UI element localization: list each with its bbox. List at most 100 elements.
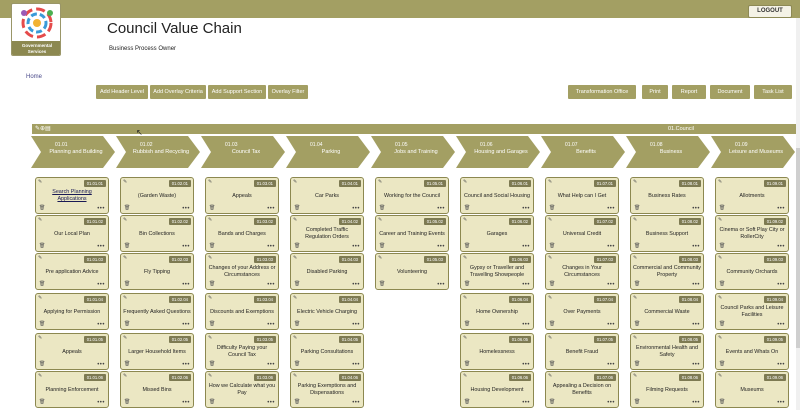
- trash-icon[interactable]: 🗑: [209, 205, 215, 211]
- trash-icon[interactable]: 🗑: [124, 281, 130, 287]
- more-icon[interactable]: •••: [607, 400, 615, 406]
- more-icon[interactable]: •••: [97, 282, 105, 288]
- more-icon[interactable]: •••: [777, 244, 785, 250]
- process-card[interactable]: ✎ 01.08.05 Environmental Health and Safety…: [630, 333, 704, 370]
- overlay-filter-button[interactable]: Overlay Filter: [268, 85, 308, 99]
- process-card[interactable]: ✎ 01.09.05 Events and Whats On 🗑 •••: [715, 333, 789, 370]
- trash-icon[interactable]: 🗑: [634, 399, 640, 405]
- more-icon[interactable]: •••: [352, 400, 360, 406]
- edit-icon[interactable]: ✎: [38, 373, 42, 379]
- edit-icon[interactable]: ✎: [208, 373, 212, 379]
- trash-icon[interactable]: 🗑: [209, 361, 215, 367]
- more-icon[interactable]: •••: [692, 322, 700, 328]
- more-icon[interactable]: •••: [522, 282, 530, 288]
- more-icon[interactable]: •••: [352, 206, 360, 212]
- more-icon[interactable]: •••: [267, 362, 275, 368]
- edit-icon[interactable]: ✎: [123, 373, 127, 379]
- more-icon[interactable]: •••: [182, 362, 190, 368]
- process-card[interactable]: ✎ 01.08.02 Business Support 🗑 •••: [630, 215, 704, 252]
- process-card[interactable]: ✎ 01.05.03 Volunteering 🗑 •••: [375, 253, 449, 290]
- process-card[interactable]: ✎ 01.02.03 Fly Tipping 🗑 •••: [120, 253, 194, 290]
- more-icon[interactable]: •••: [522, 244, 530, 250]
- scrollbar-thumb[interactable]: [796, 148, 800, 348]
- process-card[interactable]: ✎ 01.08.03 Commercial and Community Proper…: [630, 253, 704, 290]
- trash-icon[interactable]: 🗑: [634, 243, 640, 249]
- column-header[interactable]: 01.02 Rubbish and Recycling: [116, 136, 202, 168]
- trash-icon[interactable]: 🗑: [464, 399, 470, 405]
- trash-icon[interactable]: 🗑: [464, 205, 470, 211]
- more-icon[interactable]: •••: [692, 206, 700, 212]
- edit-icon[interactable]: ✎: [633, 295, 637, 301]
- process-card[interactable]: ✎ 01.01.04 Applying for Permission 🗑 •••: [35, 293, 109, 330]
- column-header[interactable]: 01.07 Benefits: [541, 136, 627, 168]
- edit-icon[interactable]: ✎: [38, 335, 42, 341]
- card-label[interactable]: Search Planning Applications: [38, 187, 106, 205]
- edit-icon[interactable]: ✎: [548, 335, 552, 341]
- column-header[interactable]: 01.06 Housing and Garages: [456, 136, 542, 168]
- process-card[interactable]: ✎ 01.07.03 Changes in Your Circumstances 🗑 •…: [545, 253, 619, 290]
- trash-icon[interactable]: 🗑: [209, 399, 215, 405]
- more-icon[interactable]: •••: [777, 282, 785, 288]
- more-icon[interactable]: •••: [182, 400, 190, 406]
- logo[interactable]: Governmental Services: [11, 3, 61, 56]
- edit-icon[interactable]: ✎: [123, 335, 127, 341]
- edit-icon[interactable]: ✎: [463, 335, 467, 341]
- trash-icon[interactable]: 🗑: [549, 399, 555, 405]
- more-icon[interactable]: •••: [777, 322, 785, 328]
- edit-icon[interactable]: ✎: [293, 255, 297, 261]
- edit-icon[interactable]: ✎: [123, 179, 127, 185]
- trash-icon[interactable]: 🗑: [549, 243, 555, 249]
- add-overlay-criteria-button[interactable]: Add Overlay Criteria: [150, 85, 206, 99]
- process-card[interactable]: ✎ 01.01.06 Planning Enforcement 🗑 •••: [35, 371, 109, 408]
- trash-icon[interactable]: 🗑: [634, 321, 640, 327]
- edit-icon[interactable]: ✎: [463, 179, 467, 185]
- trash-icon[interactable]: 🗑: [39, 399, 45, 405]
- process-card[interactable]: ✎ 01.04.03 Disabled Parking 🗑 •••: [290, 253, 364, 290]
- trash-icon[interactable]: 🗑: [39, 281, 45, 287]
- column-header[interactable]: 01.05 Jobs and Training: [371, 136, 457, 168]
- logout-button[interactable]: LOGOUT: [748, 5, 792, 18]
- trash-icon[interactable]: 🗑: [39, 205, 45, 211]
- edit-icon[interactable]: ✎: [208, 295, 212, 301]
- more-icon[interactable]: •••: [182, 282, 190, 288]
- process-card[interactable]: ✎ 01.02.04 Frequently Asked Questions 🗑 •••: [120, 293, 194, 330]
- trash-icon[interactable]: 🗑: [634, 281, 640, 287]
- edit-icon[interactable]: ✎: [38, 217, 42, 223]
- trash-icon[interactable]: 🗑: [719, 399, 725, 405]
- trash-icon[interactable]: 🗑: [39, 321, 45, 327]
- trash-icon[interactable]: 🗑: [549, 205, 555, 211]
- process-card[interactable]: ✎ 01.08.01 Business Rates 🗑 •••: [630, 177, 704, 214]
- process-card[interactable]: ✎ 01.04.02 Completed Traffic Regulation Or…: [290, 215, 364, 252]
- edit-icon[interactable]: ✎: [293, 217, 297, 223]
- edit-icon[interactable]: ✎: [463, 217, 467, 223]
- process-card[interactable]: ✎ 01.03.03 Changes of your Address or Circ…: [205, 253, 279, 290]
- trash-icon[interactable]: 🗑: [294, 361, 300, 367]
- more-icon[interactable]: •••: [97, 244, 105, 250]
- trash-icon[interactable]: 🗑: [209, 281, 215, 287]
- more-icon[interactable]: •••: [522, 206, 530, 212]
- edit-icon[interactable]: ✎: [293, 335, 297, 341]
- add-header-level-button[interactable]: Add Header Level: [96, 85, 148, 99]
- trash-icon[interactable]: 🗑: [379, 205, 385, 211]
- edit-icon[interactable]: ✎: [208, 217, 212, 223]
- edit-icon[interactable]: ✎: [123, 255, 127, 261]
- edit-icon[interactable]: ✎: [123, 217, 127, 223]
- more-icon[interactable]: •••: [522, 322, 530, 328]
- more-icon[interactable]: •••: [182, 244, 190, 250]
- more-icon[interactable]: •••: [267, 244, 275, 250]
- process-card[interactable]: ✎ 01.02.02 Bin Collections 🗑 •••: [120, 215, 194, 252]
- column-header[interactable]: 01.09 Leisure and Museums: [711, 136, 797, 168]
- column-header[interactable]: 01.01 Planning and Building: [31, 136, 117, 168]
- process-card[interactable]: ✎ 01.04.05 Parking Consultations 🗑 •••: [290, 333, 364, 370]
- process-card[interactable]: ✎ 01.08.04 Commercial Waste 🗑 •••: [630, 293, 704, 330]
- trash-icon[interactable]: 🗑: [124, 205, 130, 211]
- edit-icon[interactable]: ✎: [38, 255, 42, 261]
- more-icon[interactable]: •••: [777, 400, 785, 406]
- column-header[interactable]: 01.08 Business: [626, 136, 712, 168]
- edit-icon[interactable]: ✎: [718, 255, 722, 261]
- process-card[interactable]: ✎ 01.07.05 Benefit Fraud 🗑 •••: [545, 333, 619, 370]
- more-icon[interactable]: •••: [692, 362, 700, 368]
- trash-icon[interactable]: 🗑: [209, 243, 215, 249]
- more-icon[interactable]: •••: [607, 282, 615, 288]
- process-card[interactable]: ✎ 01.04.06 Parking Exemptions and Dispensa…: [290, 371, 364, 408]
